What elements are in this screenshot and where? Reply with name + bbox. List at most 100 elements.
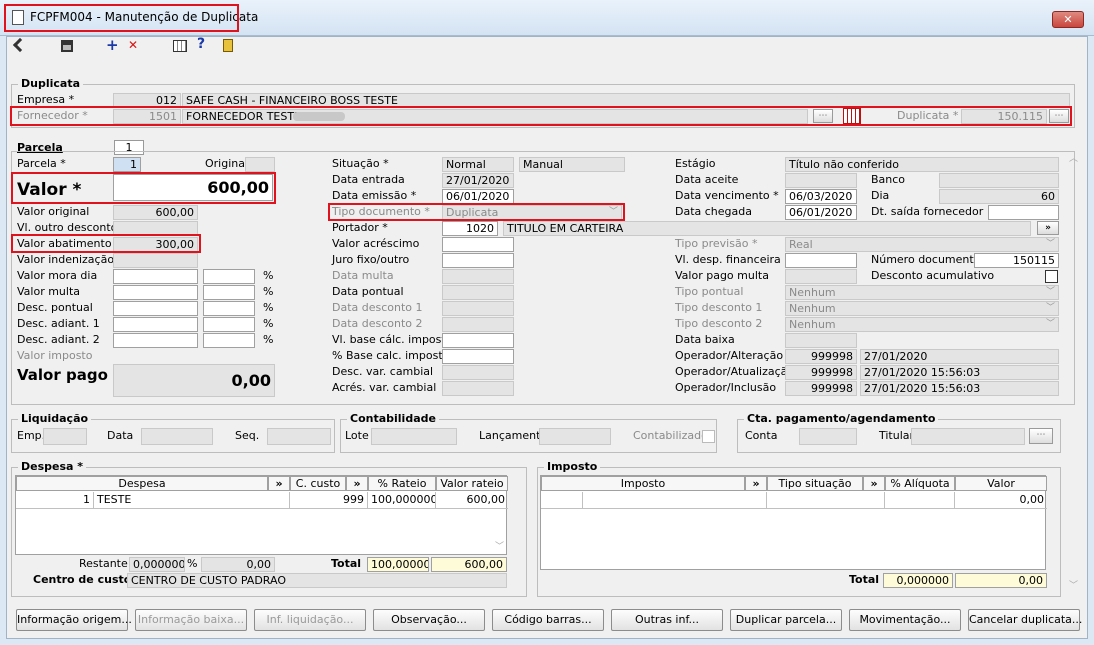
valor-highlight [11,172,276,204]
tipo-desc2-select[interactable]: Nenhum ﹀ [785,317,1059,332]
op-inc-label: Operador/Inclusão [675,381,777,394]
pontual-input[interactable] [113,301,198,316]
adiant1-input[interactable] [113,317,198,332]
col-despesa[interactable]: Despesa [16,476,268,491]
multa-pct-input[interactable] [203,285,255,300]
titular-lookup-button[interactable]: ⋯ [1029,428,1053,444]
col-valor[interactable]: Valor [955,476,1047,491]
help-icon[interactable]: ? [197,36,205,52]
portador-more-button[interactable]: » [1037,221,1059,235]
mora-input[interactable] [113,269,198,284]
col-ccusto[interactable]: C. custo [290,476,346,491]
select-arrow-icon[interactable] [12,37,28,53]
close-button[interactable]: ✕ [1052,11,1084,28]
entrada-label: Data entrada [332,173,405,186]
adiant2-label: Desc. adiant. 2 [17,333,100,346]
fornecedor-highlight [10,106,1072,126]
tipo-doc-highlight [328,203,625,221]
col-despesa-more[interactable]: » [268,476,290,491]
num-doc-input[interactable]: 150115 [974,253,1059,268]
acres-var-field [442,381,514,396]
row-despesa: TESTE [94,492,290,509]
observacao-button[interactable]: Observação... [373,609,485,631]
entrada-field: 27/01/2020 [442,173,514,188]
table-row[interactable]: 0,00 [541,492,1047,509]
lote-field [371,428,457,445]
tipo-pontual-select[interactable]: Nenhum ﹀ [785,285,1059,300]
parcela-label: Parcela * [17,157,66,170]
dia-label: Dia [871,189,890,202]
aceite-field [785,173,857,188]
delete-icon[interactable]: ✕ [128,38,138,52]
adiant2-input[interactable] [113,333,198,348]
pontual-pct-input[interactable] [203,301,255,316]
duplicar-parcela-button[interactable]: Duplicar parcela... [730,609,842,631]
add-icon[interactable]: + [106,36,119,54]
saida-input[interactable] [988,205,1059,220]
col-tipo-more[interactable]: » [863,476,885,491]
op-alt-label: Operador/Alteração [675,349,784,362]
multa-pct-sign: % [263,285,274,298]
col-rateio[interactable]: % Rateio [368,476,436,491]
codigo-barras-button[interactable]: Código barras... [492,609,604,631]
scroll-down-icon[interactable]: ﹀ [1069,578,1078,591]
table-row[interactable]: 1 TESTE 999 100,000000 600,00 [16,492,508,509]
desp-fin-label: Vl. desp. financeira [675,253,781,266]
despesa-table: Despesa » C. custo » % Rateio Valor rate… [15,475,508,555]
grid-icon[interactable] [173,40,187,52]
scroll-down-icon[interactable]: ﹀ [495,539,504,552]
restante-sym: % [187,557,198,570]
acres-var-label: Acrés. var. cambial [332,381,437,394]
col-tipo-situacao[interactable]: Tipo situação [767,476,863,491]
save-icon[interactable] [61,40,73,52]
chevron-down-icon: ﹀ [1045,319,1055,329]
adiant1-pct-input[interactable] [203,317,255,332]
emissao-input[interactable]: 06/01/2020 [442,189,514,204]
vencimento-input[interactable]: 06/03/2020 [785,189,857,204]
aceite-label: Data aceite [675,173,739,186]
desc2-field [442,317,514,332]
scroll-up-icon[interactable]: ︿ [1069,151,1078,164]
data-multa-field [442,269,514,284]
cancelar-duplicata-button[interactable]: Cancelar duplicata... [968,609,1082,631]
chegada-input[interactable]: 06/01/2020 [785,205,857,220]
base-imposto-input[interactable] [442,333,514,348]
title-bar: FCPFM004 - Manutenção de Duplicata ✕ [0,0,1094,36]
juro-input[interactable] [442,253,514,268]
parcela-field[interactable]: 1 [113,157,141,172]
col-aliquota[interactable]: % Alíquota [885,476,955,491]
liq-seq-label: Seq. [235,429,260,442]
contabilizado-checkbox[interactable] [702,430,715,443]
liquidacao-title: Liquidação [18,412,92,426]
contabilidade-title: Contabilidade [347,412,439,426]
tipo-desc1-select[interactable]: Nenhum ﹀ [785,301,1059,316]
vertical-scrollbar[interactable]: ︿ ﹀ [1067,151,1081,591]
info-origem-button[interactable]: Informação origem... [16,609,132,631]
col-imposto[interactable]: Imposto [541,476,745,491]
pago-multa-label: Valor pago multa [675,269,769,282]
saida-label: Dt. saída fornecedor [871,205,984,218]
pct-base-input[interactable] [442,349,514,364]
info-baixa-button[interactable]: Informação baixa... [135,609,247,631]
valor-original-field: 600,00 [113,205,198,220]
exit-door-icon[interactable] [223,39,233,52]
tipo-pontual-value: Nenhum [789,286,836,299]
previsao-select[interactable]: Real ﹀ [785,237,1059,252]
multa-input[interactable] [113,285,198,300]
adiant1-pct-sign: % [263,317,274,330]
row-rateio: 100,000000 [368,492,436,509]
liq-seq-field [267,428,331,445]
desc-acum-checkbox[interactable] [1045,270,1058,283]
portador-code[interactable]: 1020 [442,221,498,236]
acrescimo-input[interactable] [442,237,514,252]
desp-fin-input[interactable] [785,253,857,268]
inf-liquidacao-button[interactable]: Inf. liquidação... [254,609,366,631]
mora-pct-input[interactable] [203,269,255,284]
outras-inf-button[interactable]: Outras inf... [611,609,723,631]
col-ccusto-more[interactable]: » [346,476,368,491]
op-inc-code: 999998 [785,381,857,396]
col-valor-rateio[interactable]: Valor rateio [436,476,508,491]
adiant2-pct-input[interactable] [203,333,255,348]
col-imposto-more[interactable]: » [745,476,767,491]
movimentacao-button[interactable]: Movimentação... [849,609,961,631]
